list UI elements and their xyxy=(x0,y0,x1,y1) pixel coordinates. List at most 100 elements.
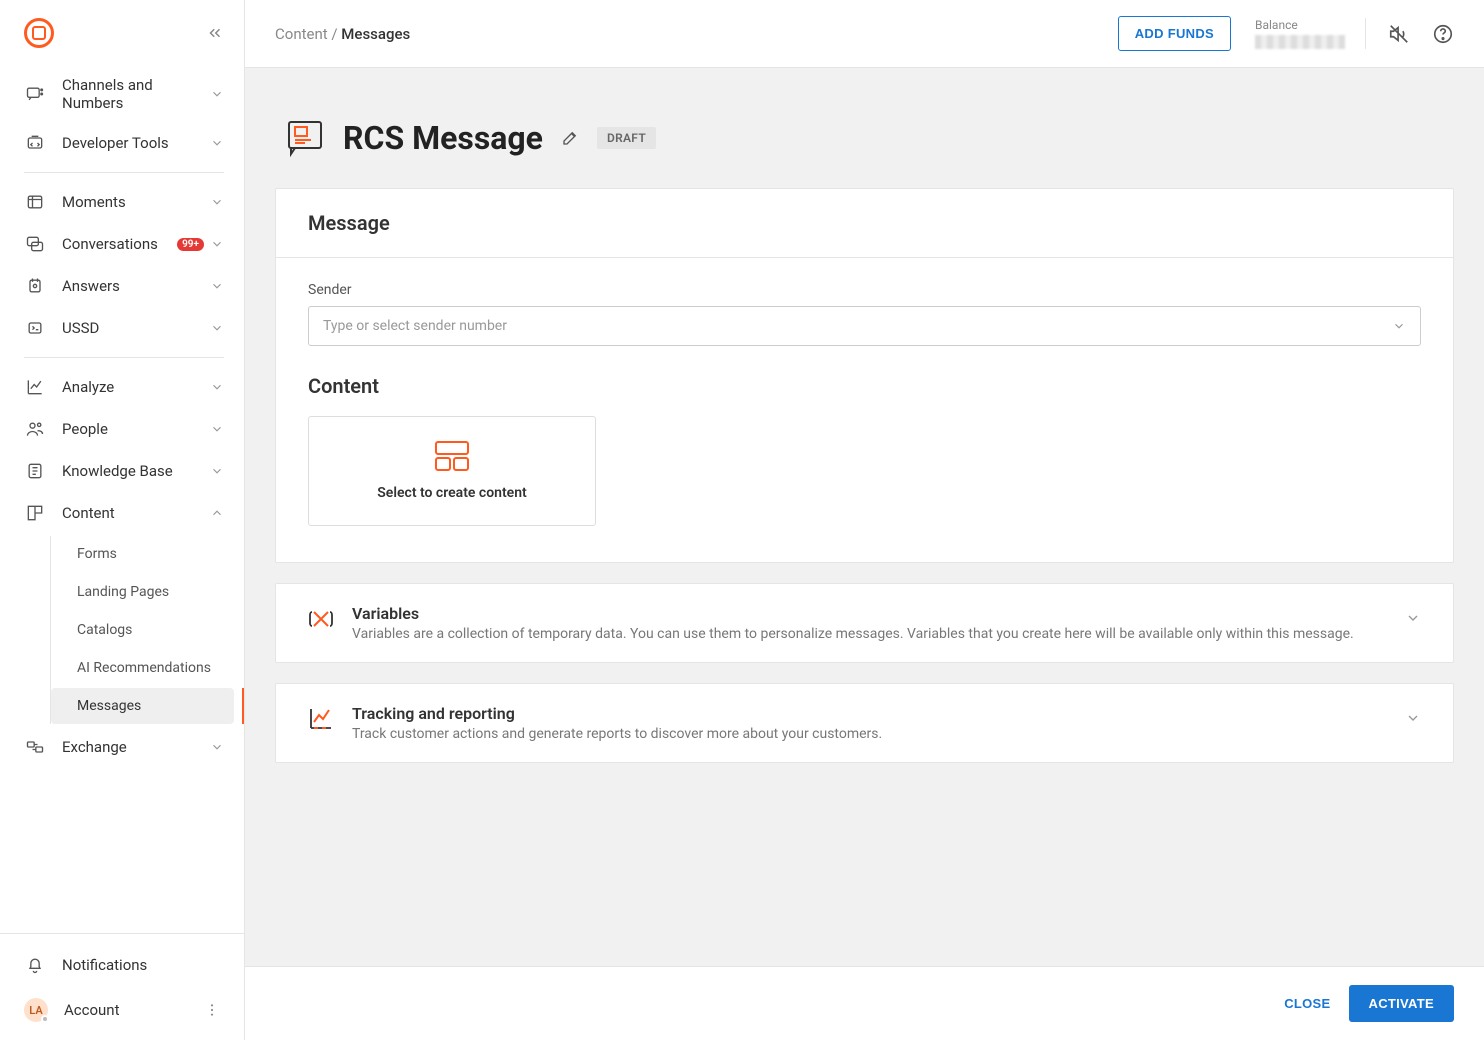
activate-button[interactable]: ACTIVATE xyxy=(1349,985,1454,1022)
tracking-description: Track customer actions and generate repo… xyxy=(352,726,1387,742)
panel-title: Message xyxy=(308,211,1421,235)
message-panel: Message Sender Type or select sender num… xyxy=(275,188,1454,563)
tracking-toggle[interactable]: Tracking and reporting Track customer ac… xyxy=(276,684,1453,762)
page-header: RCS Message DRAFT xyxy=(245,68,1484,188)
content-header: Content xyxy=(308,374,1421,398)
create-content-card[interactable]: Select to create content xyxy=(308,416,596,526)
collapse-sidebar-icon[interactable] xyxy=(206,24,224,42)
variables-description: Variables are a collection of temporary … xyxy=(352,626,1387,642)
sidebar-label: Conversations xyxy=(62,235,177,253)
message-type-icon xyxy=(285,118,325,158)
chevron-down-icon xyxy=(210,87,224,101)
sidebar-label: Answers xyxy=(62,277,210,295)
brand-logo[interactable] xyxy=(24,18,54,48)
sidebar-label: Moments xyxy=(62,193,210,211)
create-content-label: Select to create content xyxy=(329,485,575,501)
content-icon xyxy=(24,502,46,524)
sender-placeholder: Type or select sender number xyxy=(323,318,507,334)
sidebar-label: People xyxy=(62,420,210,438)
conversations-badge: 99+ xyxy=(177,238,204,251)
people-icon xyxy=(24,418,46,440)
sidebar-label: Content xyxy=(62,504,210,522)
chevron-down-icon xyxy=(210,136,224,150)
variables-title: Variables xyxy=(352,604,1387,623)
sidebar-item-notifications[interactable]: Notifications xyxy=(14,942,230,988)
footer-bar: CLOSE ACTIVATE xyxy=(245,966,1484,1040)
chevron-down-icon xyxy=(1405,610,1421,626)
sidebar-label: Developer Tools xyxy=(62,134,210,152)
chevron-down-icon xyxy=(210,195,224,209)
variables-toggle[interactable]: Variables Variables are a collection of … xyxy=(276,584,1453,662)
sidebar-item-ussd[interactable]: USSD xyxy=(14,307,234,349)
content-submenu: Forms Landing Pages Catalogs AI Recommen… xyxy=(50,536,234,724)
sidebar-item-answers[interactable]: Answers xyxy=(14,265,234,307)
status-badge: DRAFT xyxy=(597,127,656,149)
sidebar-label: Channels and Numbers xyxy=(62,76,210,112)
sidebar-nav: Channels and Numbers Developer Tools Mom… xyxy=(0,66,244,933)
sidebar-item-moments[interactable]: Moments xyxy=(14,181,234,223)
sidebar-label: Notifications xyxy=(62,956,220,974)
chevron-down-icon xyxy=(210,237,224,251)
chevron-down-icon xyxy=(210,422,224,436)
balance-block: Balance xyxy=(1255,18,1366,49)
add-funds-button[interactable]: ADD FUNDS xyxy=(1118,16,1231,51)
layout-icon xyxy=(435,441,469,471)
mute-icon[interactable] xyxy=(1388,23,1410,45)
chevron-down-icon xyxy=(210,380,224,394)
sidebar-subitem-ai-recommendations[interactable]: AI Recommendations xyxy=(51,650,234,686)
tracking-panel: Tracking and reporting Track customer ac… xyxy=(275,683,1454,763)
sender-select[interactable]: Type or select sender number xyxy=(308,306,1421,346)
conversations-icon xyxy=(24,233,46,255)
breadcrumb-current: Messages xyxy=(341,25,410,43)
sidebar-item-conversations[interactable]: Conversations 99+ xyxy=(14,223,234,265)
chevron-down-icon xyxy=(210,279,224,293)
sidebar-subitem-messages[interactable]: Messages xyxy=(51,688,234,724)
sidebar-subitem-catalogs[interactable]: Catalogs xyxy=(51,612,234,648)
tracking-title: Tracking and reporting xyxy=(352,704,1387,723)
chevron-up-icon xyxy=(210,506,224,520)
avatar: LA xyxy=(24,998,48,1022)
knowledge-icon xyxy=(24,460,46,482)
breadcrumb-parent[interactable]: Content xyxy=(275,25,328,43)
close-button[interactable]: CLOSE xyxy=(1284,996,1330,1011)
exchange-icon xyxy=(24,736,46,758)
sidebar-label: Account xyxy=(64,1001,204,1019)
ussd-icon xyxy=(24,317,46,339)
topbar: Content / Messages ADD FUNDS Balance xyxy=(245,0,1484,68)
sidebar-item-devtools[interactable]: Developer Tools xyxy=(14,122,234,164)
tracking-icon xyxy=(308,706,334,732)
sidebar-label: Knowledge Base xyxy=(62,462,210,480)
sidebar-subitem-landing-pages[interactable]: Landing Pages xyxy=(51,574,234,610)
sidebar-item-analyze[interactable]: Analyze xyxy=(14,366,234,408)
sidebar-item-content[interactable]: Content xyxy=(14,492,234,534)
more-icon[interactable] xyxy=(204,1002,220,1018)
sidebar-item-knowledge-base[interactable]: Knowledge Base xyxy=(14,450,234,492)
bell-icon xyxy=(24,954,46,976)
sidebar-label: USSD xyxy=(62,319,210,337)
analyze-icon xyxy=(24,376,46,398)
sidebar-label: Exchange xyxy=(62,738,210,756)
balance-value-blurred xyxy=(1255,35,1345,49)
edit-icon[interactable] xyxy=(561,129,579,147)
devtools-icon xyxy=(24,132,46,154)
sidebar-subitem-forms[interactable]: Forms xyxy=(51,536,234,572)
sidebar-label: Analyze xyxy=(62,378,210,396)
moments-icon xyxy=(24,191,46,213)
sender-label: Sender xyxy=(308,282,1421,298)
sidebar-item-account[interactable]: LA Account xyxy=(14,988,230,1032)
chevron-down-icon xyxy=(210,321,224,335)
variables-icon xyxy=(308,606,334,632)
chevron-down-icon xyxy=(210,740,224,754)
channels-icon xyxy=(24,83,46,105)
breadcrumb: Content / Messages xyxy=(275,25,410,43)
sidebar-item-exchange[interactable]: Exchange xyxy=(14,726,234,768)
chevron-down-icon xyxy=(1392,319,1406,333)
balance-label: Balance xyxy=(1255,18,1345,32)
sidebar-item-people[interactable]: People xyxy=(14,408,234,450)
sidebar-item-channels[interactable]: Channels and Numbers xyxy=(14,66,234,122)
sidebar: Channels and Numbers Developer Tools Mom… xyxy=(0,0,245,1040)
variables-panel: Variables Variables are a collection of … xyxy=(275,583,1454,663)
chevron-down-icon xyxy=(210,464,224,478)
help-icon[interactable] xyxy=(1432,23,1454,45)
page-title: RCS Message xyxy=(343,119,543,157)
